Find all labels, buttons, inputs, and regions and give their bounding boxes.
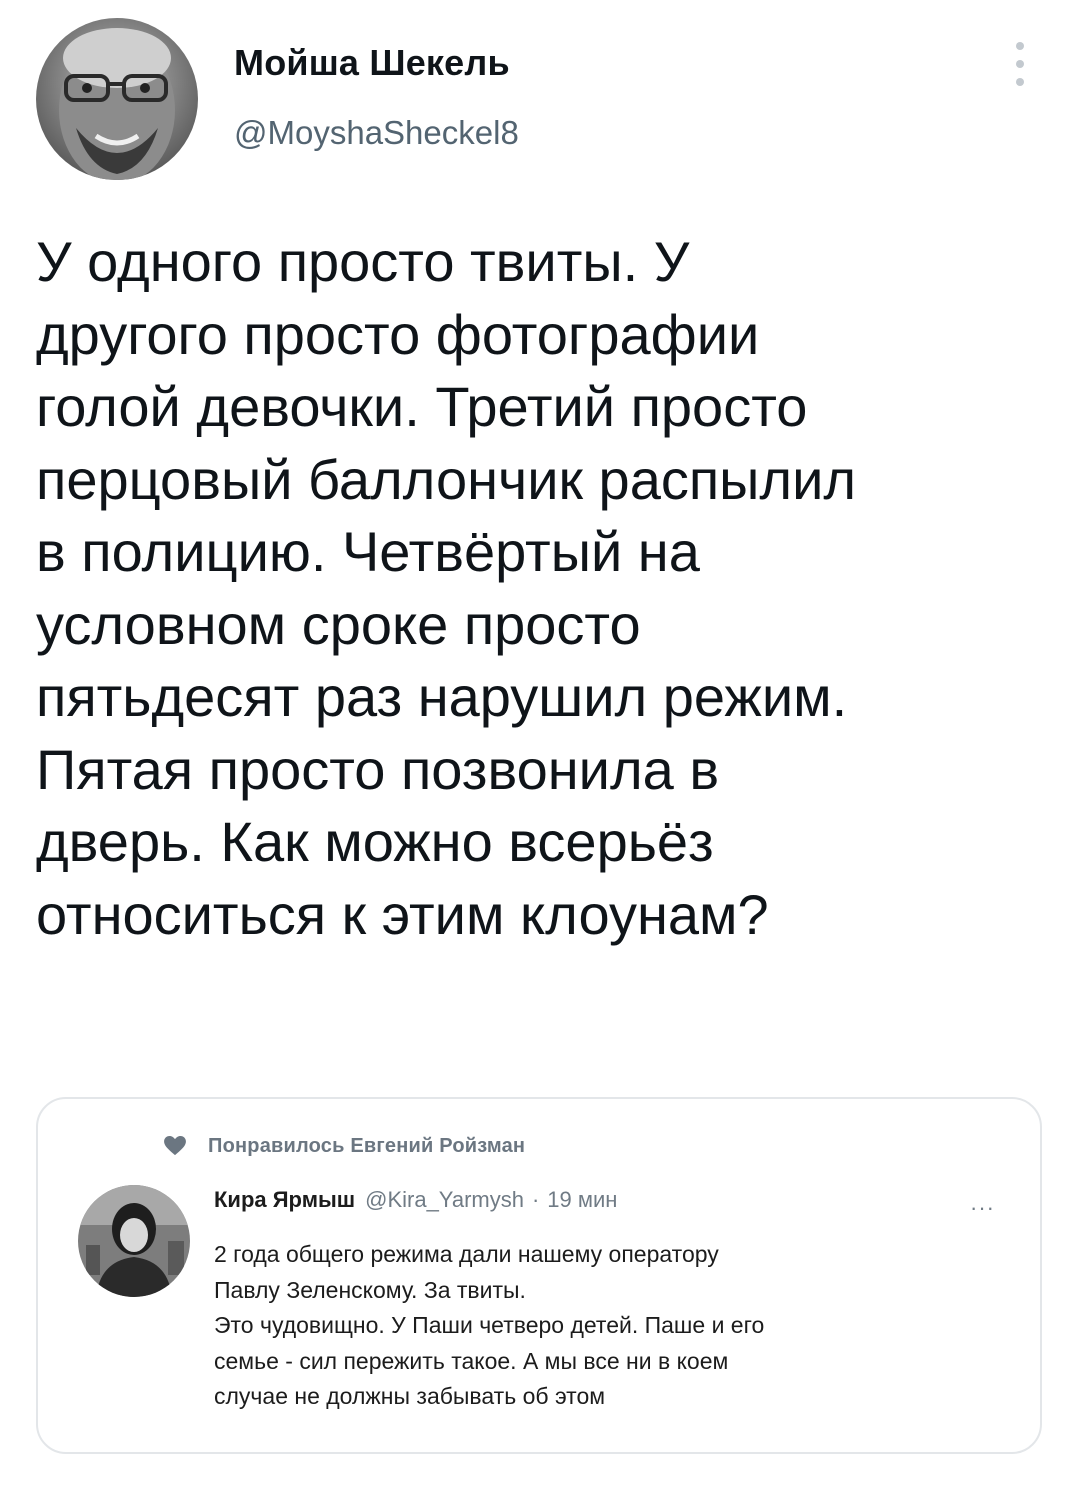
- embedded-author-avatar[interactable]: [78, 1185, 190, 1297]
- embedded-timestamp[interactable]: 19 мин: [547, 1187, 617, 1213]
- heart-icon: [164, 1136, 186, 1156]
- embedded-text-line: семье - сил пережить такое. А мы все ни …: [214, 1347, 729, 1374]
- embedded-text-line: случае не должны забывать об этом: [214, 1383, 606, 1409]
- liked-by-text: Понравилось Евгений Ройзман: [208, 1134, 526, 1157]
- tweet-text: У одного просто твиты. У другого просто …: [36, 226, 1046, 951]
- tweet-text-line: голой девочки. Третий просто: [36, 375, 808, 438]
- author-display-name[interactable]: Мойша Шекель: [234, 42, 510, 84]
- more-horizontal-icon[interactable]: ···: [970, 1195, 995, 1221]
- more-dot: [1016, 60, 1024, 68]
- separator-dot: ·: [531, 1187, 540, 1212]
- tweet-text-line: другого просто фотографии: [36, 302, 760, 366]
- embedded-text-line: Павлу Зеленскому. За твиты.: [214, 1276, 526, 1303]
- tweet-text-line: в полицию. Четвёртый на: [36, 520, 700, 583]
- embedded-author-handle[interactable]: @Kira_Yarmysh: [365, 1187, 524, 1213]
- embedded-header: Кира Ярмыш @Kira_Yarmysh · 19 мин: [214, 1187, 617, 1213]
- tweet-text-line: пятьдесят раз нарушил режим.: [36, 665, 848, 728]
- embedded-post-card[interactable]: Понравилось Евгений Ройзман Кира Ярмыш @…: [36, 1097, 1042, 1454]
- more-dot: [1016, 42, 1024, 50]
- tweet-text-line: условном сроке просто: [36, 592, 641, 656]
- tweet-text-line: У одного просто твиты. У: [36, 230, 690, 293]
- embedded-text-line: 2 года общего режима дали нашему операто…: [214, 1241, 719, 1267]
- liked-by-row: Понравилось Евгений Ройзман: [164, 1133, 525, 1159]
- embedded-text: 2 года общего режима дали нашему операто…: [214, 1237, 1014, 1415]
- embedded-text-line: Это чудовищно. У Паши четверо детей. Паш…: [214, 1312, 765, 1338]
- tweet-text-line: Пятая просто позвонила в: [36, 737, 720, 801]
- tweet-text-line: перцовый баллончик распылил: [36, 447, 857, 511]
- author-handle[interactable]: @MoyshaSheckel8: [234, 114, 519, 152]
- embedded-author-name[interactable]: Кира Ярмыш: [214, 1187, 355, 1213]
- tweet-text-line: относиться к этим клоунам?: [36, 882, 769, 946]
- more-vertical-icon[interactable]: [1006, 42, 1034, 86]
- tweet-text-line: дверь. Как можно всерьёз: [36, 810, 714, 873]
- more-dot: [1016, 78, 1024, 86]
- author-avatar[interactable]: [36, 18, 198, 180]
